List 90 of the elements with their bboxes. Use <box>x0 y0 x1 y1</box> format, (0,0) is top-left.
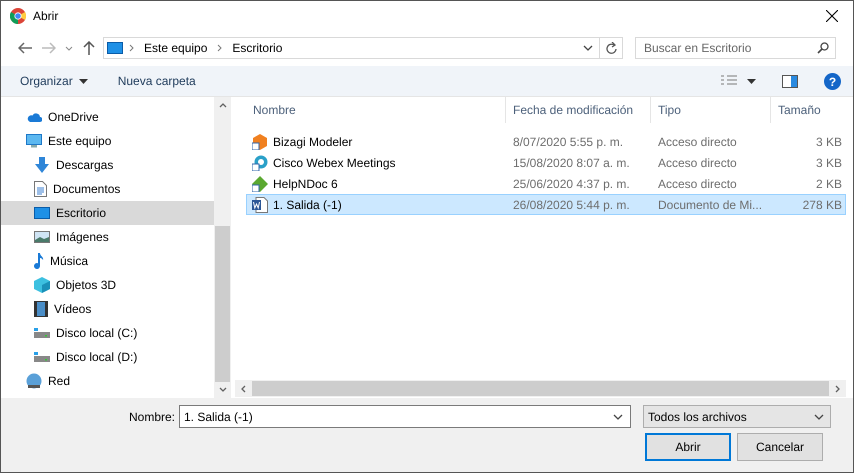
cloud-icon <box>26 112 42 122</box>
desktop-icon <box>107 42 123 54</box>
file-type-dropdown[interactable]: Todos los archivos <box>643 405 831 428</box>
search-field[interactable]: Buscar en Escritorio <box>635 37 836 59</box>
type-cell-text: Documento de Mi... <box>657 196 764 214</box>
document-icon <box>34 181 47 197</box>
file-name-label: Nombre: <box>128 408 176 426</box>
scroll-up-icon <box>218 102 226 108</box>
date-cell-text: 8/07/2020 5:55 p. m. <box>512 134 624 150</box>
open-button[interactable]: Abrir <box>645 433 731 461</box>
chevron-down-icon <box>65 46 73 50</box>
drive-icon <box>34 328 50 338</box>
nav-item[interactable]: Imágenes <box>1 225 214 249</box>
nav-item[interactable]: Disco local (D:) <box>1 345 214 369</box>
file-row[interactable]: Bizagi Modeler 8/07/2020 5:55 p. m. Acceso directo 3 KB <box>246 131 846 152</box>
globe-icon <box>26 373 42 389</box>
chevron-icon <box>217 44 222 52</box>
file-name-field[interactable]: 1. Salida (-1) <box>179 405 631 428</box>
desktop-icon <box>34 207 50 219</box>
date-column-header[interactable]: Fecha de modificación <box>506 97 651 123</box>
refresh-icon <box>606 42 616 54</box>
scroll-left-icon <box>241 384 246 392</box>
picture-icon <box>34 231 50 243</box>
preview-pane-icon[interactable] <box>782 74 798 88</box>
file-name: Cisco Webex Meetings <box>273 156 396 170</box>
help-icon[interactable]: ? <box>824 72 841 90</box>
back-arrow-icon <box>18 42 32 54</box>
type-cell-text: Acceso directo <box>657 154 738 172</box>
date-cell-text: 25/06/2020 4:37 p. m. <box>512 176 631 192</box>
app-shortcut-icon <box>252 176 268 192</box>
type-cell-text: Acceso directo <box>657 134 738 150</box>
size-cell-text: 3 KB <box>814 154 843 172</box>
horizontal-scrollbar[interactable] <box>235 380 846 397</box>
chevron-down-icon <box>613 414 623 420</box>
nav-item[interactable]: Este equipo <box>1 129 214 153</box>
nav-item[interactable]: Música <box>1 249 214 273</box>
search-icon <box>817 42 829 54</box>
size-cell-text: 278 KB <box>802 196 843 214</box>
date-cell-text: 15/08/2020 8:07 a. m. <box>512 154 631 172</box>
scroll-down-icon <box>218 387 226 392</box>
list-view-icon <box>721 75 737 87</box>
scroll-right-icon <box>835 384 840 392</box>
app-shortcut-icon <box>252 154 268 170</box>
chevron-icon <box>129 44 134 52</box>
cancel-button[interactable]: Cancelar <box>737 433 823 461</box>
view-options-button[interactable] <box>721 75 756 87</box>
browser-logo-icon <box>10 8 26 24</box>
nav-item[interactable]: Descargas <box>1 153 214 177</box>
chevron-down-icon <box>814 414 824 420</box>
film-icon <box>34 301 48 317</box>
file-name: Bizagi Modeler <box>273 134 352 148</box>
type-column-header[interactable]: Tipo <box>651 97 771 123</box>
file-row[interactable]: HelpNDoc 6 25/06/2020 4:37 p. m. Acceso directo 2 KB <box>246 173 846 194</box>
nav-item[interactable]: Disco local (C:) <box>1 321 214 345</box>
new-folder-button[interactable]: Nueva carpeta <box>118 74 196 88</box>
word-document-icon <box>252 196 268 212</box>
file-row[interactable]: Cisco Webex Meetings 15/08/2020 8:07 a. m. Acceso directo 3 KB <box>246 152 846 173</box>
type-cell-text: Acceso directo <box>657 176 738 192</box>
nav-item[interactable]: OneDrive <box>1 105 214 129</box>
chevron-down-icon <box>583 45 593 51</box>
down-arrow-icon <box>34 157 50 173</box>
size-column-header[interactable]: Tamaño <box>771 97 843 123</box>
nav-item[interactable]: Escritorio <box>1 201 214 225</box>
file-name: HelpNDoc 6 <box>273 176 338 190</box>
file-row[interactable]: 1. Salida (-1) 26/08/2020 5:44 p. m. Documento de Mi... 278 KB <box>246 194 846 215</box>
caret-icon <box>747 78 756 84</box>
window-title: Abrir <box>33 8 60 22</box>
address-bar[interactable]: Este equipo Escritorio <box>103 37 623 59</box>
cube-icon <box>34 277 50 293</box>
music-note-icon <box>34 253 44 269</box>
nav-item[interactable]: Documentos <box>1 177 214 201</box>
monitor-icon <box>26 134 42 148</box>
file-name: 1. Salida (-1) <box>273 198 342 212</box>
breadcrumb-item[interactable]: Este equipo <box>140 41 212 55</box>
breadcrumb-item[interactable]: Escritorio <box>228 41 286 55</box>
size-cell-text: 3 KB <box>814 134 843 150</box>
nav-item[interactable]: Vídeos <box>1 297 214 321</box>
nav-item[interactable]: Red <box>1 369 214 393</box>
up-arrow-icon <box>83 41 95 55</box>
close-icon <box>826 10 838 22</box>
vertical-scrollbar[interactable] <box>214 97 231 398</box>
drive-icon <box>34 352 50 362</box>
date-cell-text: 26/08/2020 5:44 p. m. <box>512 196 631 214</box>
name-column-header[interactable]: Nombre <box>246 97 506 123</box>
forward-arrow-icon <box>42 42 56 54</box>
app-shortcut-icon <box>252 134 268 150</box>
caret-icon <box>78 78 88 84</box>
nav-item[interactable]: Objetos 3D <box>1 273 214 297</box>
organize-button[interactable]: Organizar <box>20 74 88 88</box>
size-cell-text: 2 KB <box>814 176 843 192</box>
